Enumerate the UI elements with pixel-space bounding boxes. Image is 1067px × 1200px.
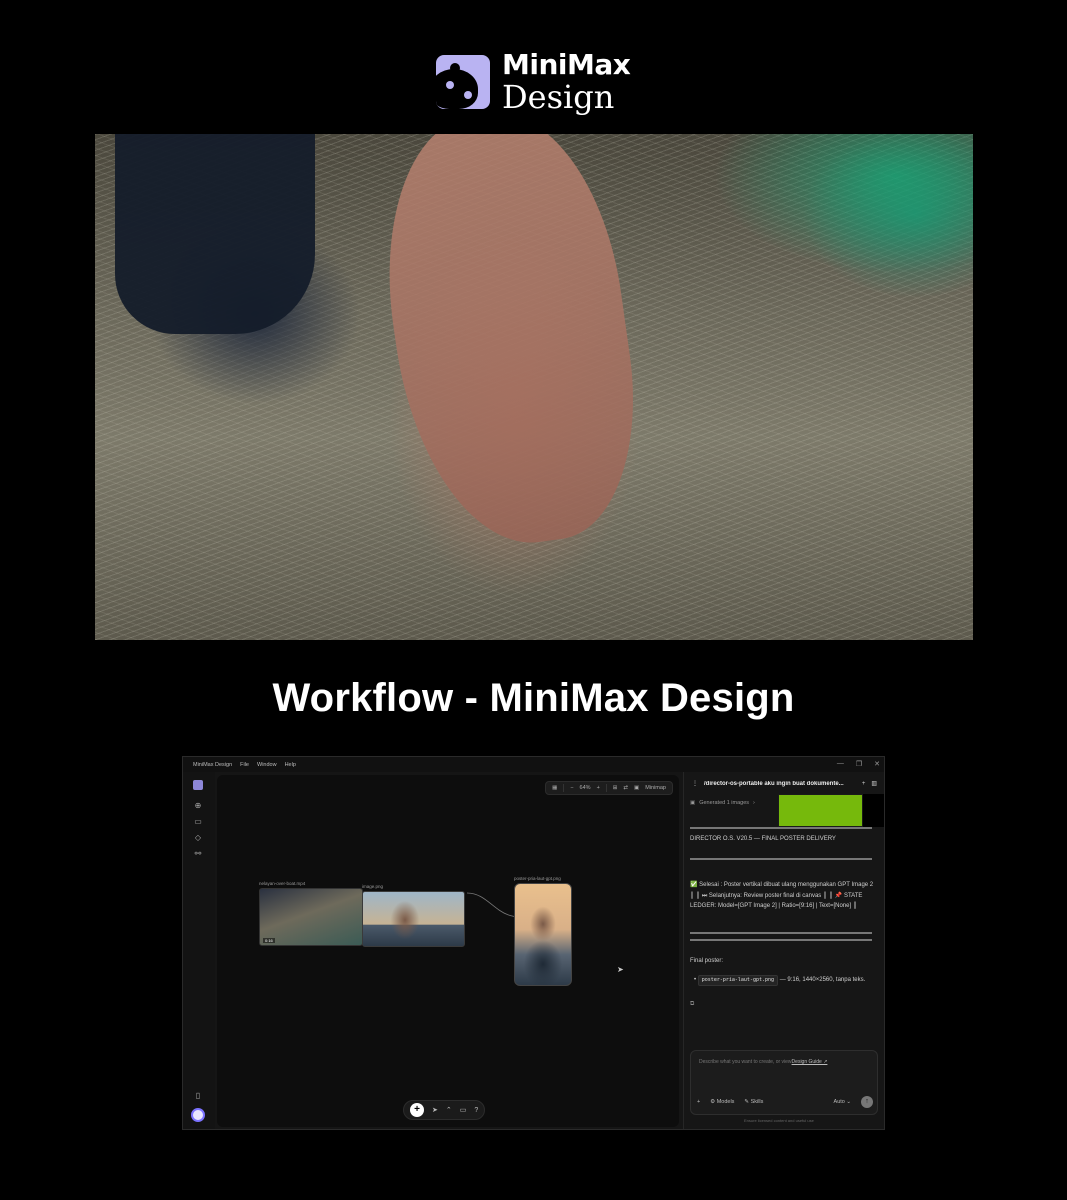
app-logo-icon[interactable] [193, 780, 203, 790]
logo-line-1: MiniMax [502, 48, 631, 81]
cube-icon[interactable]: ◇ [192, 832, 204, 844]
logo-wordmark: MiniMax Design [502, 48, 631, 116]
add-node-button[interactable]: + [410, 1103, 424, 1117]
drag-handle-icon[interactable]: ⋮ [692, 780, 698, 787]
node-connection [466, 892, 534, 918]
green-net-shape [713, 134, 973, 274]
poster-node[interactable]: poster-pria-laut-gpt.png [514, 876, 572, 986]
redaction-box [778, 794, 863, 827]
canvas-bottom-toolbar: + ➤ ⌃ ▭ ? [403, 1100, 486, 1120]
prompt-composer[interactable]: Describe what you want to create, or vie… [690, 1050, 878, 1115]
video-node[interactable]: nelayan-over-boat.mp4 0:16 [259, 881, 363, 946]
status-message: ✅ Selesai : Poster vertikal dibuat ulang… [690, 882, 874, 909]
design-guide-link[interactable]: Design Guide ↗ [792, 1059, 828, 1065]
attach-icon[interactable]: + [697, 1099, 700, 1105]
hand-shape [366, 134, 654, 558]
phone-icon[interactable]: ▯ [192, 1090, 204, 1102]
plus-icon[interactable]: ⊕ [192, 800, 204, 812]
send-button[interactable]: ↑ [861, 1096, 873, 1108]
folder-icon[interactable]: ▭ [192, 816, 204, 828]
divider [690, 827, 872, 829]
image-thumbnail[interactable] [362, 891, 465, 947]
video-thumbnail[interactable]: 0:16 [259, 888, 363, 946]
video-duration: 0:16 [263, 938, 275, 943]
minimax-design-logo: MiniMax Design [436, 48, 636, 116]
divider [690, 858, 872, 860]
app-title: MiniMax Design [193, 761, 233, 768]
minimize-icon[interactable]: — [837, 760, 844, 768]
avatar[interactable] [191, 1108, 205, 1122]
panel-layout-icon[interactable]: ▥ [871, 780, 877, 787]
footnote: Ensure licensed content and useful use [744, 1118, 814, 1123]
shapes-icon[interactable]: ⚯ [192, 848, 204, 860]
menu-window[interactable]: Window [257, 762, 277, 768]
models-button[interactable]: ⚙ Models [710, 1099, 734, 1105]
composer-actions: + ⚙ Models ✎ Skills Auto ⌄ ↑ [697, 1096, 873, 1108]
maximize-icon[interactable]: ❐ [856, 760, 862, 768]
chat-panel: ⋮ /director-os-portable aku ingin buat d… [683, 772, 884, 1129]
file-description: — 9:16, 1440×2560, tanpa teks. [779, 977, 866, 983]
left-rail: ⊕ ▭ ◇ ⚯ ▯ [183, 772, 215, 1129]
close-icon[interactable]: ✕ [874, 760, 880, 768]
select-tool-icon[interactable]: ➤ [432, 1106, 438, 1114]
panel-header: ⋮ /director-os-portable aku ingin buat d… [692, 780, 877, 788]
skills-label: Skills [750, 1099, 764, 1105]
models-label: Models [716, 1099, 735, 1105]
boot-shape [115, 134, 315, 334]
director-line: DIRECTOR O.S. V20.5 — FINAL POSTER DELIV… [690, 836, 836, 842]
prompt-placeholder: Describe what you want to create, or vie… [699, 1059, 827, 1065]
logo-line-2: Design [502, 78, 615, 116]
cursor-icon: ➤ [617, 965, 624, 974]
logo-mark-icon [436, 55, 490, 109]
title-bar: MiniMax Design File Window Help — ❐ ✕ [183, 757, 884, 772]
auto-label: Auto [833, 1099, 845, 1105]
skills-button[interactable]: ✎ Skills [744, 1099, 763, 1105]
video-node-label: nelayan-over-boat.mp4 [259, 881, 306, 886]
generated-label: Generated 1 images [699, 800, 750, 806]
help-icon[interactable]: ? [474, 1107, 478, 1114]
folder-tool-icon[interactable]: ▭ [460, 1106, 467, 1114]
chevron-up-icon[interactable]: ⌃ [446, 1106, 452, 1114]
image-icon: ▣ [690, 800, 696, 806]
chevron-right-icon: › [753, 800, 755, 806]
image-node[interactable]: image.png [362, 884, 465, 947]
hero-video-frame [95, 134, 973, 640]
auto-select[interactable]: Auto ⌄ [834, 1099, 851, 1105]
app-window: MiniMax Design File Window Help — ❐ ✕ ⊕ … [182, 756, 885, 1130]
new-chat-icon[interactable]: + [862, 781, 866, 787]
poster-node-label: poster-pria-laut-gpt.png [514, 876, 561, 881]
copy-icon[interactable]: ⧉ [690, 999, 875, 1010]
divider [690, 939, 872, 941]
file-list-item: • poster-pria-laut-gpt.png — 9:16, 1440×… [694, 975, 874, 986]
menu-help[interactable]: Help [285, 762, 296, 768]
poster-thumbnail[interactable] [514, 883, 572, 986]
page-heading: Workflow - MiniMax Design [272, 676, 795, 720]
image-node-label: image.png [362, 884, 384, 889]
final-poster-label: Final poster: [690, 958, 724, 964]
panel-title[interactable]: /director-os-portable aku ingin buat dok… [704, 781, 856, 787]
file-pill[interactable]: poster-pria-laut-gpt.png [697, 975, 779, 986]
canvas[interactable]: ▦ − 64% + ⊞ ⇄ ▣ Minimap nelayan-over-boa… [217, 775, 679, 1127]
placeholder-text: Describe what you want to create, or vie… [699, 1059, 792, 1065]
divider [690, 932, 872, 934]
generated-row[interactable]: ▣ Generated 1 images › [690, 800, 755, 806]
window-controls: — ❐ ✕ [837, 760, 880, 768]
redaction-box-dark [863, 794, 884, 827]
menu-file[interactable]: File [240, 762, 249, 768]
